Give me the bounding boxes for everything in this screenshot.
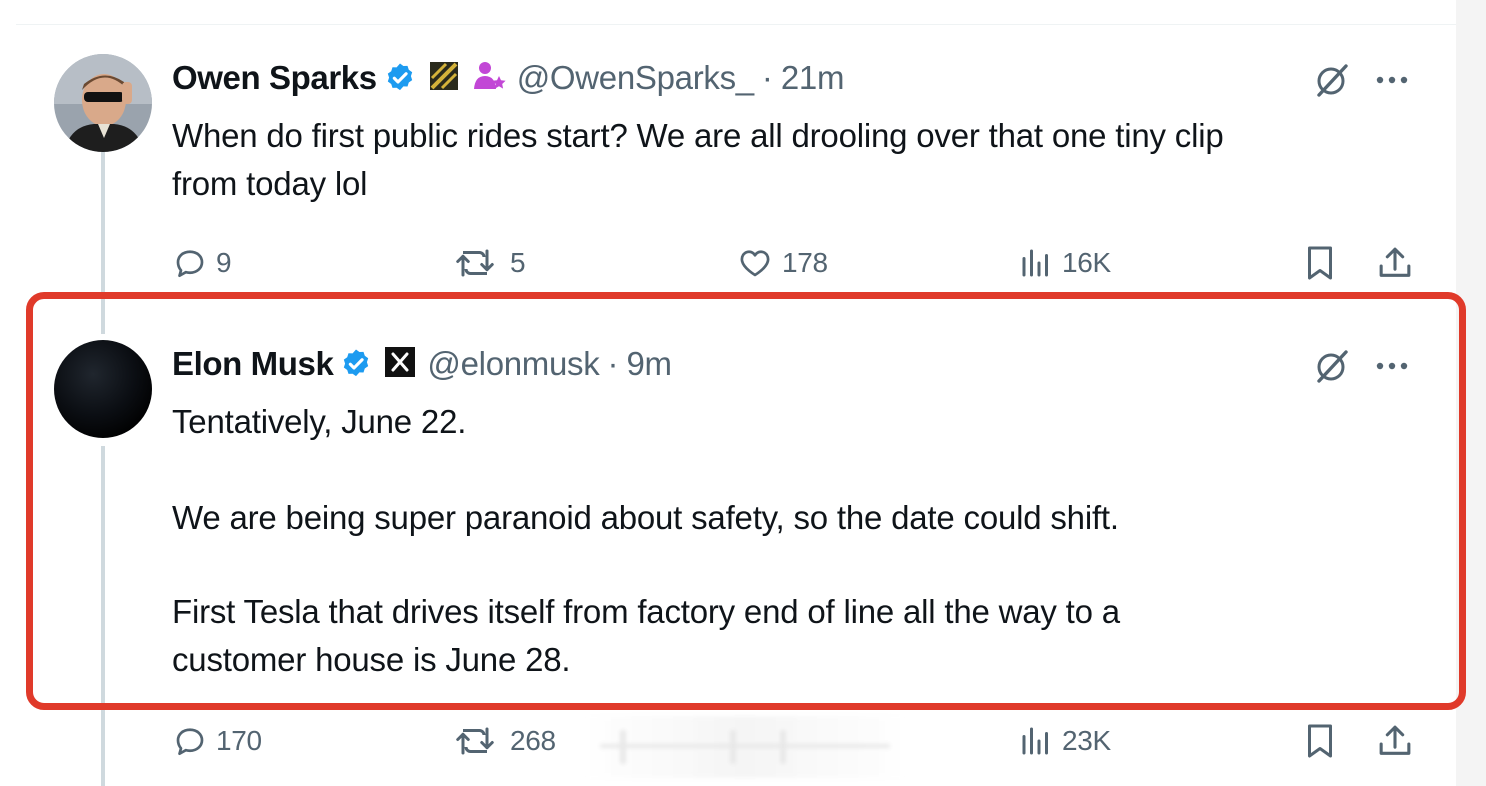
display-name[interactable]: Elon Musk (172, 345, 334, 383)
share-button[interactable] (1376, 721, 1414, 761)
tweet-header: Elon Musk @elonmusk · 9m (172, 342, 672, 386)
separator: · (607, 345, 619, 382)
verified-badge-icon[interactable] (339, 347, 373, 381)
tweet-text-line: Tentatively, June 22. (172, 403, 467, 440)
verified-badge-icon[interactable] (383, 61, 417, 95)
avatar[interactable] (54, 340, 152, 438)
bookmark-button[interactable] (1302, 243, 1338, 283)
timestamp[interactable]: 21m (781, 59, 845, 97)
views-button[interactable]: 16K (1018, 243, 1111, 283)
reply-icon (172, 723, 208, 759)
tweet-text-line: When do first public rides start? We are… (172, 117, 1224, 154)
obscured-region (580, 716, 910, 778)
share-button[interactable] (1376, 243, 1414, 283)
reply-count: 9 (216, 247, 232, 278)
tweet-text: Tentatively, June 22. We are being super… (172, 398, 1120, 684)
more-options-icon[interactable] (1372, 60, 1412, 100)
more-options-icon[interactable] (1372, 346, 1412, 386)
thread-connector-line (101, 152, 105, 334)
tweet-text-line: We are being super paranoid about safety… (172, 499, 1119, 536)
avatar[interactable] (54, 54, 152, 152)
repost-icon (454, 723, 502, 759)
affiliate-badge-icon[interactable] (427, 59, 461, 98)
reply-count: 170 (216, 725, 262, 756)
handle[interactable]: @OwenSparks_ (517, 59, 754, 97)
display-name[interactable]: Owen Sparks (172, 59, 377, 97)
tweet-header: Owen Sparks @OwenSparks_ · 21m (172, 56, 844, 100)
left-gutter (0, 0, 16, 786)
views-button[interactable]: 23K (1018, 721, 1111, 761)
timestamp[interactable]: 9m (626, 345, 672, 383)
share-icon (1376, 721, 1414, 761)
tweet-text-line: from today lol (172, 165, 368, 202)
reply-button[interactable]: 9 (172, 243, 232, 283)
bookmark-icon (1302, 243, 1338, 283)
tweet-text: When do first public rides start? We are… (172, 112, 1224, 208)
like-button[interactable]: 178 (736, 243, 828, 283)
bookmark-icon (1302, 721, 1338, 761)
repost-icon (454, 245, 502, 281)
grok-icon[interactable] (1312, 60, 1352, 100)
repost-button[interactable]: 268 (454, 721, 556, 761)
action-bar: 9 5 178 16K (172, 243, 1422, 283)
person-star-emoji-icon (471, 59, 507, 98)
x-affiliate-badge-icon[interactable] (383, 345, 417, 384)
grok-icon[interactable] (1312, 346, 1352, 386)
tweet-thread-view: Owen Sparks @OwenSparks_ · 21m When do f… (0, 0, 1486, 786)
top-divider (16, 24, 1456, 25)
tweet-text-line: First Tesla that drives itself from fact… (172, 593, 1120, 630)
blur-streak (620, 730, 626, 764)
views-chart-icon (1018, 723, 1054, 759)
bookmark-button[interactable] (1302, 721, 1338, 761)
repost-button[interactable]: 5 (454, 243, 526, 283)
blur-streak (730, 730, 736, 764)
handle[interactable]: @elonmusk (427, 345, 599, 383)
thread-connector-line (101, 446, 105, 786)
reply-icon (172, 245, 208, 281)
heart-icon (736, 245, 774, 281)
separator: · (761, 59, 773, 96)
share-icon (1376, 243, 1414, 283)
like-count: 178 (782, 247, 828, 278)
repost-count: 5 (510, 247, 526, 278)
views-count: 16K (1062, 247, 1111, 278)
views-chart-icon (1018, 245, 1054, 281)
tweet-text-line: customer house is June 28. (172, 641, 571, 678)
repost-count: 268 (510, 725, 556, 756)
blur-streak (600, 744, 890, 748)
right-gutter (1456, 0, 1486, 786)
blur-streak (780, 730, 786, 764)
reply-button[interactable]: 170 (172, 721, 262, 761)
views-count: 23K (1062, 725, 1111, 756)
